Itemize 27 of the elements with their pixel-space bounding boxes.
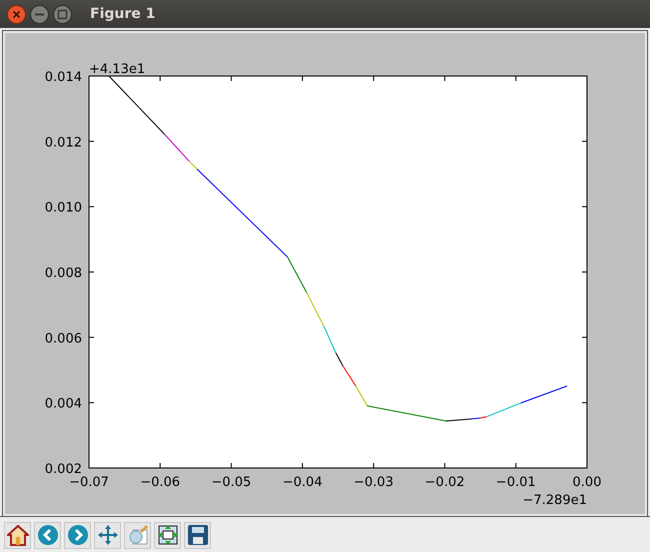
pan-button[interactable] [94,522,121,548]
home-button[interactable] [4,522,31,548]
tick-label: −0.03 [354,475,394,490]
tick-label: −0.06 [140,475,180,490]
save-button[interactable] [184,522,211,548]
tick-label: −0.04 [282,475,322,490]
minimize-icon[interactable] [30,4,49,24]
tick-label: 0.00 [572,475,602,490]
tick-label: 0.002 [44,462,82,477]
window-title: Figure 1 [90,6,156,22]
tick-label: −0.01 [496,475,536,490]
tick-label: 0.010 [44,200,82,216]
close-icon[interactable] [7,4,26,24]
tick-label: 0.008 [44,266,82,281]
offset-label: +4.13e1 [89,62,146,77]
tick-label: −0.07 [69,475,109,490]
subplots-button[interactable] [154,522,181,548]
tick-label: 0.014 [44,70,82,85]
tick-label: −0.05 [211,475,252,490]
tick-label: 0.012 [44,135,82,150]
back-button[interactable] [34,522,61,548]
maximize-icon[interactable] [53,4,72,24]
tick-label: −0.02 [424,475,465,490]
tick-label: 0.004 [44,396,82,412]
forward-button[interactable] [64,522,91,548]
offset-label: −7.289e1 [522,493,587,508]
tick-label: 0.006 [44,331,82,346]
